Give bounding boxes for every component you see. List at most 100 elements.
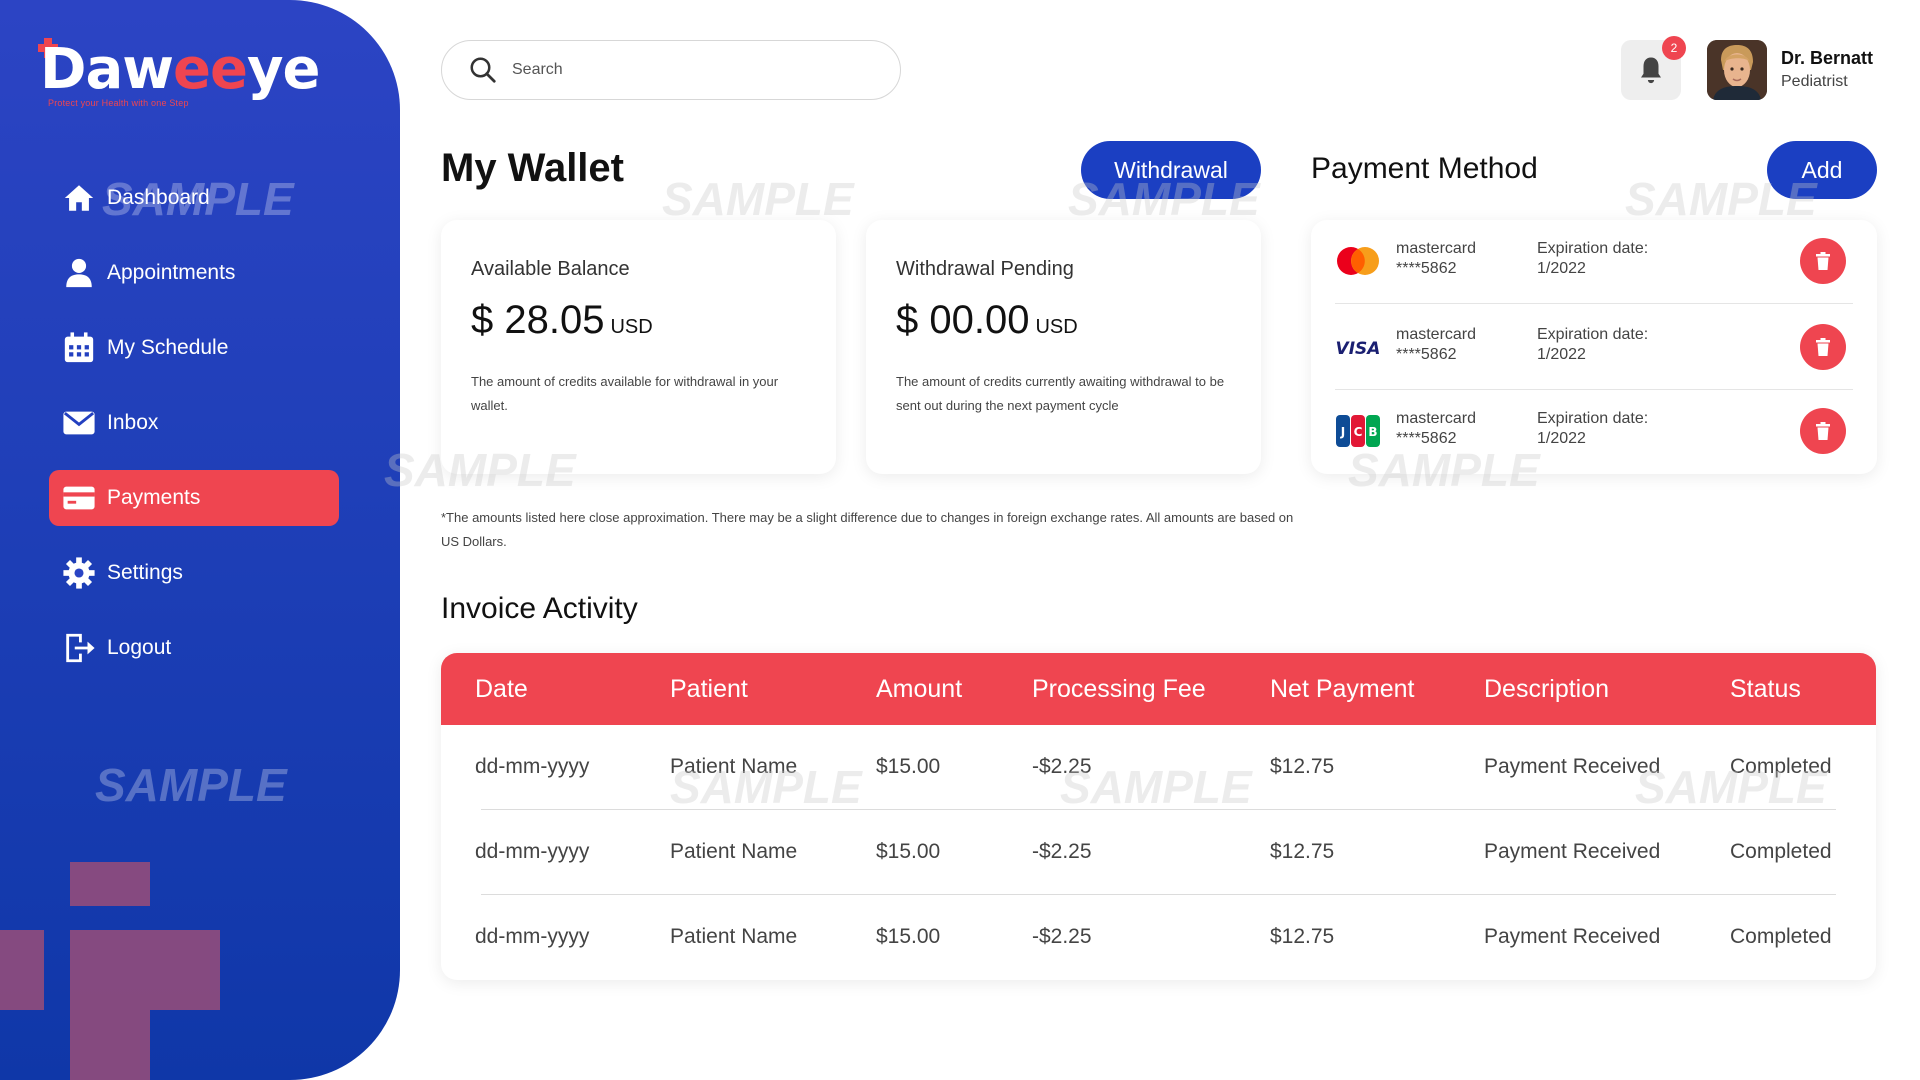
sidebar-item-label: Payments xyxy=(107,486,201,509)
sidebar-item-logout[interactable]: Logout xyxy=(49,620,339,676)
svg-text:B: B xyxy=(1368,425,1377,439)
cell-description: Payment Received xyxy=(1484,755,1661,778)
card-name: mastercard xyxy=(1396,240,1477,257)
column-header-date[interactable]: Date xyxy=(475,675,528,704)
trash-icon xyxy=(1813,251,1833,271)
card-name: mastercard xyxy=(1396,326,1477,343)
invoice-table: Date Patient Amount Processing Fee Net P… xyxy=(441,653,1876,980)
cell-net-payment: $12.75 xyxy=(1270,840,1335,863)
sidebar-item-appointments[interactable]: Appointments xyxy=(49,245,339,301)
cell-patient: Patient Name xyxy=(670,840,798,863)
available-balance-label: Available Balance xyxy=(471,258,630,280)
cell-status: Completed xyxy=(1730,925,1832,948)
card-number: ****5862 xyxy=(1396,346,1457,363)
trash-icon xyxy=(1813,337,1833,357)
cell-amount: $15.00 xyxy=(876,840,941,863)
invoice-activity-title: Invoice Activity xyxy=(441,592,638,625)
brand-logo[interactable]: Daweeye Protect your Health with one Ste… xyxy=(38,37,360,115)
expiration-label: Expiration date: xyxy=(1537,240,1649,257)
logout-icon xyxy=(61,630,97,666)
cell-date: dd-mm-yyyy xyxy=(475,925,590,948)
expiration-label: Expiration date: xyxy=(1537,410,1649,427)
page-title: My Wallet xyxy=(441,146,624,190)
search-bar[interactable] xyxy=(441,40,901,100)
exchange-rate-disclaimer: *The amounts listed here close approxima… xyxy=(441,510,1294,549)
delete-card-button[interactable] xyxy=(1800,324,1846,370)
mastercard-icon xyxy=(1333,242,1383,280)
user-role: Pediatrist xyxy=(1781,73,1848,90)
column-header-description[interactable]: Description xyxy=(1484,675,1609,704)
cell-processing-fee: -$2.25 xyxy=(1032,840,1092,863)
expiration-value: 1/2022 xyxy=(1537,346,1586,363)
expiration-label: Expiration date: xyxy=(1537,326,1649,343)
cell-status: Completed xyxy=(1730,755,1832,778)
cell-description: Payment Received xyxy=(1484,925,1661,948)
sidebar-nav: Dashboard Appointments My Schedule Inbox… xyxy=(49,170,339,695)
jcb-icon: JCB xyxy=(1333,412,1383,450)
sidebar-item-my-schedule[interactable]: My Schedule xyxy=(49,320,339,376)
sidebar: Daweeye Protect your Health with one Ste… xyxy=(0,0,400,1080)
avatar[interactable] xyxy=(1707,40,1767,100)
watermark: SAMPLE xyxy=(662,173,854,225)
svg-text:J: J xyxy=(1340,425,1345,439)
card-number: ****5862 xyxy=(1396,260,1457,277)
table-row[interactable]: dd-mm-yyyy Patient Name $15.00 -$2.25 $1… xyxy=(441,810,1876,895)
column-header-status[interactable]: Status xyxy=(1730,675,1801,704)
available-balance-card: Available Balance $ 28.05 USD The amount … xyxy=(441,220,836,474)
home-icon xyxy=(61,180,97,216)
withdrawal-pending-label: Withdrawal Pending xyxy=(896,258,1074,280)
delete-card-button[interactable] xyxy=(1800,238,1846,284)
bell-icon xyxy=(1636,55,1666,85)
logo-tagline: Protect your Health with one Step xyxy=(48,98,189,108)
add-payment-method-button[interactable]: Add xyxy=(1767,141,1877,199)
available-balance-description: The amount of credits available for with… xyxy=(471,374,779,413)
search-icon xyxy=(468,55,498,85)
delete-card-button[interactable] xyxy=(1800,408,1846,454)
sidebar-item-inbox[interactable]: Inbox xyxy=(49,395,339,451)
sidebar-item-settings[interactable]: Settings xyxy=(49,545,339,601)
withdrawal-button[interactable]: Withdrawal xyxy=(1081,141,1261,199)
decorative-cross-shape xyxy=(70,930,220,1010)
column-header-processing-fee[interactable]: Processing Fee xyxy=(1032,675,1206,704)
withdrawal-pending-card: Withdrawal Pending $ 00.00 USD The amount… xyxy=(866,220,1261,474)
table-row[interactable]: dd-mm-yyyy Patient Name $15.00 -$2.25 $1… xyxy=(441,895,1876,980)
sidebar-item-label: My Schedule xyxy=(107,336,229,359)
decorative-cross-shape xyxy=(70,862,150,906)
card-icon xyxy=(61,480,97,516)
table-row[interactable]: dd-mm-yyyy Patient Name $15.00 -$2.25 $1… xyxy=(441,725,1876,810)
sidebar-item-label: Inbox xyxy=(107,411,159,434)
sidebar-item-payments[interactable]: Payments xyxy=(49,470,339,526)
cell-description: Payment Received xyxy=(1484,840,1661,863)
sidebar-item-dashboard[interactable]: Dashboard xyxy=(49,170,339,226)
cell-amount: $15.00 xyxy=(876,925,941,948)
expiration-value: 1/2022 xyxy=(1537,260,1586,277)
column-header-patient[interactable]: Patient xyxy=(670,675,748,704)
cell-net-payment: $12.75 xyxy=(1270,925,1335,948)
sidebar-item-label: Dashboard xyxy=(107,186,210,209)
sidebar-item-label: Logout xyxy=(107,636,172,659)
logo-wordmark: Daweeye xyxy=(40,37,320,102)
column-header-net-payment[interactable]: Net Payment xyxy=(1270,675,1415,704)
cell-amount: $15.00 xyxy=(876,755,941,778)
withdrawal-pending-description: The amount of credits currently awaiting… xyxy=(896,374,1225,413)
payment-method-title: Payment Method xyxy=(1311,152,1538,185)
column-header-amount[interactable]: Amount xyxy=(876,675,962,704)
cell-processing-fee: -$2.25 xyxy=(1032,755,1092,778)
mail-icon xyxy=(61,405,97,441)
cell-date: dd-mm-yyyy xyxy=(475,755,590,778)
payment-methods-list: mastercard ****5862 Expiration date: 1/2… xyxy=(1311,220,1877,474)
table-header: Date Patient Amount Processing Fee Net P… xyxy=(441,653,1876,725)
trash-icon xyxy=(1813,421,1833,441)
user-name: Dr. Bernatt xyxy=(1781,48,1874,68)
search-input[interactable] xyxy=(512,61,872,79)
withdrawal-pending-amount: $ 00.00 USD xyxy=(896,298,1078,342)
payment-card-row: JCB mastercard ****5862 Expiration date:… xyxy=(1311,390,1877,474)
card-name: mastercard xyxy=(1396,410,1477,427)
sidebar-item-label: Settings xyxy=(107,561,183,584)
cell-patient: Patient Name xyxy=(670,755,798,778)
payment-card-row: VISA mastercard ****5862 Expiration date… xyxy=(1311,306,1877,390)
available-balance-amount: $ 28.05 USD xyxy=(471,298,653,342)
notification-badge: 2 xyxy=(1662,36,1686,60)
card-number: ****5862 xyxy=(1396,430,1457,447)
cell-patient: Patient Name xyxy=(670,925,798,948)
